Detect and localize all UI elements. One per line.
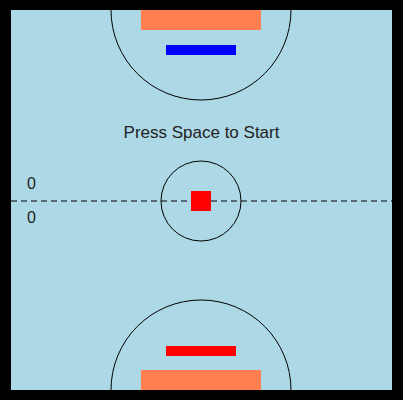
bottom-paddle[interactable] (166, 346, 236, 356)
top-score: 0 (25, 174, 38, 194)
rink[interactable]: Press Space to Start 0 0 (11, 10, 392, 390)
center-circle (161, 161, 241, 241)
bottom-goal (141, 370, 261, 390)
bottom-goal-arc (111, 300, 291, 390)
top-paddle[interactable] (166, 45, 236, 55)
top-goal (141, 10, 261, 30)
bottom-score: 0 (25, 208, 38, 228)
puck (191, 191, 211, 211)
status-message: Press Space to Start (11, 122, 392, 144)
top-goal-arc (111, 10, 291, 100)
game-frame: Press Space to Start 0 0 (0, 0, 403, 400)
